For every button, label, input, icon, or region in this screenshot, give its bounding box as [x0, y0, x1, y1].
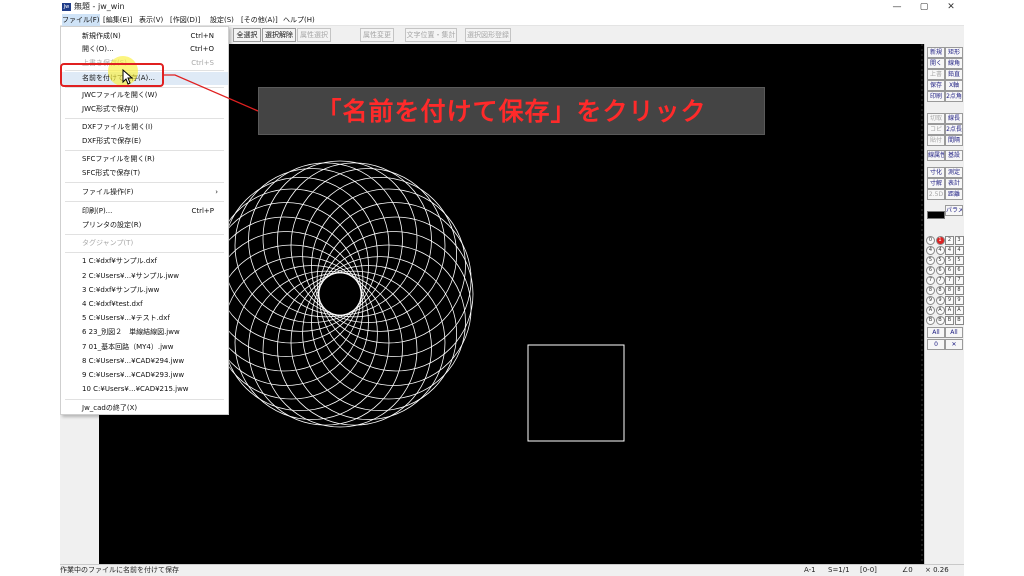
instruction-callout: 「名前を付けて保存」をクリック [258, 87, 765, 135]
screenshot-stage: Jw 無題 - jw_win — ▢ ✕ ファイル(F) [編集(E)] 表示(… [0, 0, 1024, 576]
